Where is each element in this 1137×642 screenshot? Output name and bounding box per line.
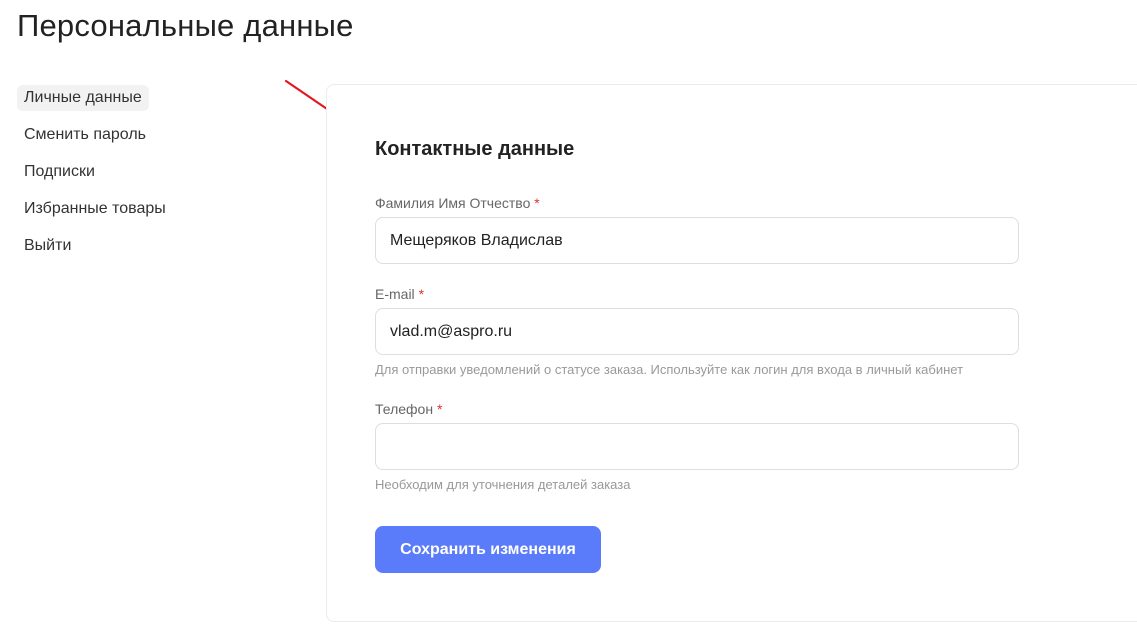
sidebar-item-change-password[interactable]: Сменить пароль <box>17 122 153 148</box>
required-mark: * <box>436 401 443 417</box>
sidebar-item-favorites[interactable]: Избранные товары <box>17 196 173 222</box>
email-input[interactable] <box>375 308 1019 355</box>
fio-label: Фамилия Имя Отчество * <box>375 194 540 212</box>
save-button[interactable]: Сохранить изменения <box>375 526 601 573</box>
phone-hint: Необходим для уточнения деталей заказа <box>375 477 631 492</box>
sidebar: Личные данные Сменить пароль Подписки Из… <box>17 85 217 270</box>
phone-label: Телефон * <box>375 400 442 418</box>
form-title: Контактные данные <box>375 138 575 160</box>
sidebar-item-subscriptions[interactable]: Подписки <box>17 159 102 185</box>
page-title: Персональные данные <box>17 8 354 43</box>
page: Персональные данные Личные данные Сменит… <box>0 0 1137 642</box>
sidebar-item-personal-data[interactable]: Личные данные <box>17 85 149 111</box>
email-label: E-mail * <box>375 285 424 303</box>
required-mark: * <box>418 286 425 302</box>
phone-input[interactable] <box>375 423 1019 470</box>
contact-form-panel: Контактные данные Фамилия Имя Отчество *… <box>326 84 1137 622</box>
required-mark: * <box>534 195 540 211</box>
email-hint: Для отправки уведомлений о статусе заказ… <box>375 362 964 377</box>
fio-label-text: Фамилия Имя Отчество <box>375 195 531 211</box>
email-label-text: E-mail <box>375 286 415 302</box>
phone-label-text: Телефон <box>375 401 434 417</box>
fio-input[interactable] <box>375 217 1019 264</box>
sidebar-item-logout[interactable]: Выйти <box>17 233 78 259</box>
